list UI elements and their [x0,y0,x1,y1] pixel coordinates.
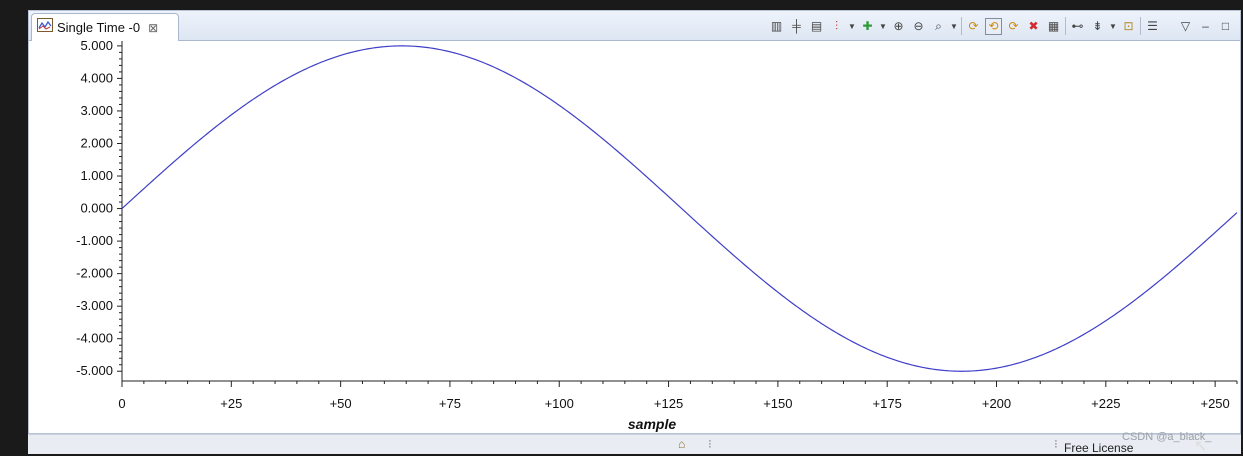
plot-area[interactable]: 5.000 4.000 3.000 2.000 1.000 0.000 -1.000 -2.0… [29,41,1240,433]
x-tick-label: +250 [1200,396,1229,411]
close-icon[interactable]: ⊠ [148,21,158,35]
tab-single-time[interactable]: Single Time -0 ⊠ [31,13,179,41]
pin-icon[interactable]: ⇟ [1089,18,1106,35]
y-tick-label: 4.000 [80,70,113,85]
signal-line [121,45,1238,372]
y-tick-label: -3.000 [76,298,113,313]
separator [1065,17,1066,35]
data-icon[interactable]: ▦ [1045,18,1062,35]
y-tick-label: -5.000 [76,363,113,378]
chevron-down-icon[interactable]: ▼ [879,18,887,35]
y-tick-label: 2.000 [80,135,113,150]
x-tick-label: +100 [545,396,574,411]
toolbar: ▥ ╪ ▤ ⫶ ▼ ✚ ▼ ⊕ ⊖ ⌕ ▼ ⟳ ⟲ ⟳ ✖ ▦ ⊷ ⇟ ▼ ⊡ … [768,15,1234,37]
y-tick-label: -1.000 [76,233,113,248]
tab-title: Single Time -0 [57,20,141,35]
clear-icon[interactable]: ✖ [1025,18,1042,35]
graph-window: Single Time -0 ⊠ ▥ ╪ ▤ ⫶ ▼ ✚ ▼ ⊕ ⊖ ⌕ ▼ ⟳… [28,10,1241,434]
x-tick-label: +75 [439,396,461,411]
chevron-down-icon[interactable]: ▼ [1109,18,1117,35]
lock-icon[interactable]: ⊡ [1120,18,1137,35]
properties-icon[interactable]: ☰ [1144,18,1161,35]
chevron-down-icon[interactable]: ▼ [848,18,856,35]
auto-refresh-icon[interactable]: ⟲ [985,17,1002,35]
y-tick-label: 3.000 [80,103,113,118]
add-icon[interactable]: ✚ [859,18,876,35]
table-icon[interactable]: ▤ [808,18,825,35]
status-bar: ⌂ ⁝ ⁝ Free License [28,434,1241,455]
y-tick-label: 0.000 [80,201,113,216]
binoculars-icon[interactable]: ⊷ [1069,18,1086,35]
line-chart-icon [37,18,53,37]
license-status: Free License [1064,441,1134,455]
x-axis-label: sample [628,416,676,432]
y-tick-label: 1.000 [80,168,113,183]
x-tick-label: +125 [654,396,683,411]
x-tick-label: +200 [982,396,1011,411]
refresh-all-icon[interactable]: ⟳ [1005,18,1022,35]
x-tick-label: +50 [330,396,352,411]
tab-bar: Single Time -0 ⊠ ▥ ╪ ▤ ⫶ ▼ ✚ ▼ ⊕ ⊖ ⌕ ▼ ⟳… [29,11,1240,41]
y-tick-label: -4.000 [76,331,113,346]
marker-icon[interactable]: ⫶ [828,18,845,35]
x-tick-label: +225 [1091,396,1120,411]
chevron-down-icon[interactable]: ▼ [950,18,958,35]
zoom-in-icon[interactable]: ⊕ [890,18,907,35]
x-tick-label: +25 [220,396,242,411]
status-separator: ⁝ [1054,437,1058,451]
split-icon[interactable]: ╪ [788,18,805,35]
y-tick-label: 5.000 [80,41,113,53]
refresh-icon[interactable]: ⟳ [965,18,982,35]
minimize-icon[interactable]: – [1197,18,1214,35]
zoom-out-icon[interactable]: ⊖ [910,18,927,35]
zoom-rect-icon[interactable]: ⌕ [930,18,947,35]
y-tick-label: -2.000 [76,266,113,281]
cursor-icon: ↖ [1194,438,1208,455]
x-tick-label: +150 [763,396,792,411]
maximize-icon[interactable]: □ [1217,18,1234,35]
separator [1140,17,1141,35]
separator [961,17,962,35]
x-tick-label: +175 [873,396,902,411]
view-menu-icon[interactable]: ▽ [1177,18,1194,35]
home-icon[interactable]: ⌂ [678,437,685,451]
align-icon[interactable]: ▥ [768,18,785,35]
x-tick-label: 0 [118,396,125,411]
status-separator: ⁝ [708,437,712,451]
